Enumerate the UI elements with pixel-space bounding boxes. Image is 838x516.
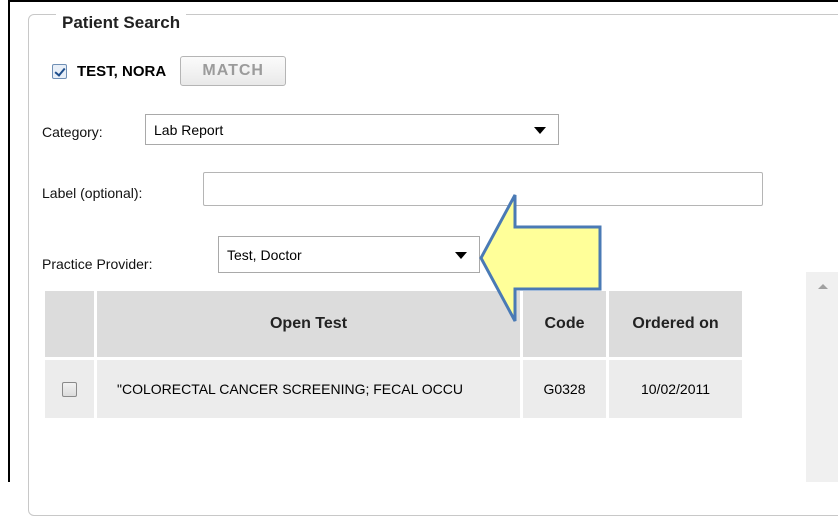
patient-name: TEST, NORA bbox=[77, 62, 167, 80]
open-tests-table: Open Test Code Ordered on "COLORECTAL CA… bbox=[42, 288, 745, 421]
scrollbar[interactable] bbox=[806, 272, 838, 482]
chevron-down-icon bbox=[534, 127, 546, 134]
category-value: Lab Report bbox=[154, 121, 224, 138]
row-checkbox[interactable] bbox=[62, 381, 77, 397]
scroll-up-arrow-icon[interactable] bbox=[818, 284, 828, 289]
table-header-row: Open Test Code Ordered on bbox=[42, 288, 745, 360]
callout-arrow-icon bbox=[479, 194, 602, 322]
table-row[interactable]: "COLORECTAL CANCER SCREENING; FECAL OCCU… bbox=[42, 357, 745, 421]
patient-checkbox[interactable] bbox=[52, 63, 67, 79]
label-optional-label: Label (optional): bbox=[42, 185, 143, 201]
header-select bbox=[42, 288, 97, 360]
patient-search-legend: Patient Search bbox=[56, 13, 187, 33]
practice-provider-value: Test, Doctor bbox=[227, 246, 302, 263]
category-label: Category: bbox=[42, 124, 103, 140]
match-button[interactable]: MATCH bbox=[180, 56, 287, 86]
category-select[interactable]: Lab Report bbox=[145, 114, 559, 145]
chevron-down-icon bbox=[455, 252, 467, 259]
practice-provider-select[interactable]: Test, Doctor bbox=[218, 236, 480, 273]
header-open-test[interactable]: Open Test bbox=[94, 288, 523, 360]
test-name-cell: "COLORECTAL CANCER SCREENING; FECAL OCCU bbox=[94, 357, 523, 421]
practice-provider-label: Practice Provider: bbox=[42, 256, 153, 272]
code-cell: G0328 bbox=[520, 357, 609, 421]
patient-row: TEST, NORA MATCH bbox=[52, 54, 287, 88]
header-ordered-on[interactable]: Ordered on bbox=[606, 288, 745, 360]
ordered-on-cell: 10/02/2011 bbox=[606, 357, 745, 421]
